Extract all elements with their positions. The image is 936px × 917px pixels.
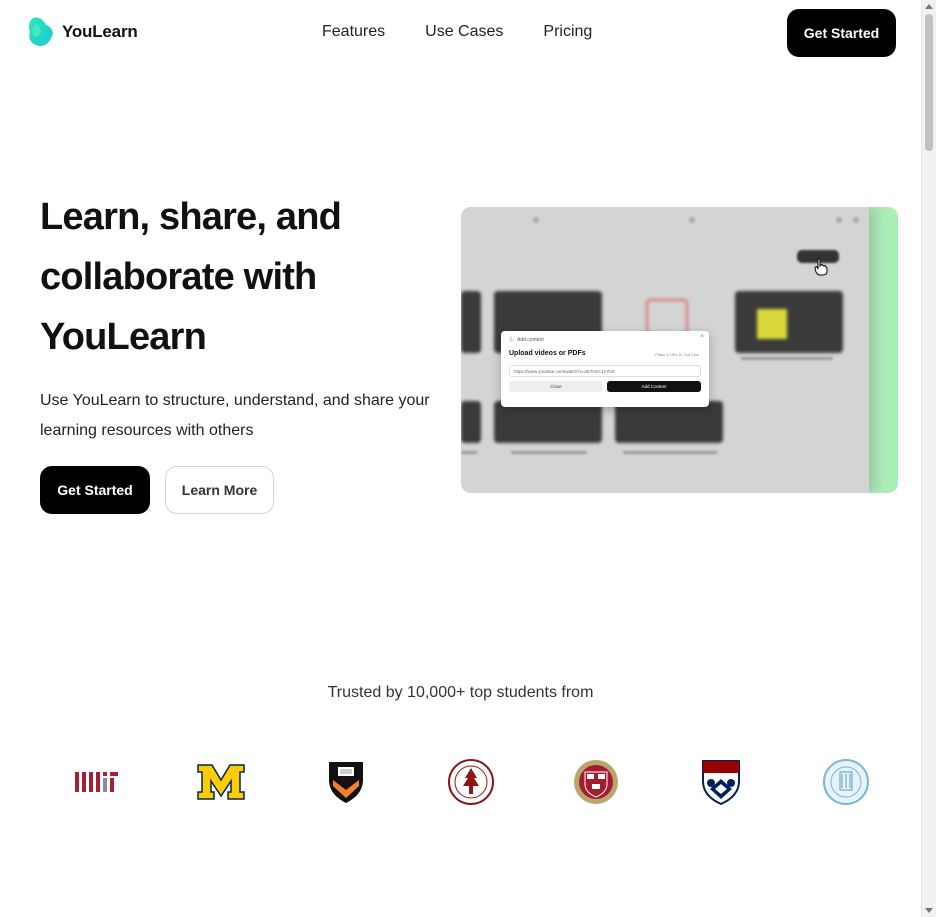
add-content-modal: ⓘ Add content × Upload videos or PDFs Pa…	[501, 331, 709, 407]
stanford-seal-icon	[448, 759, 494, 805]
preview-card	[735, 291, 843, 353]
mit-logo	[72, 758, 120, 806]
penn-shield-icon	[702, 760, 740, 805]
preview-dot	[533, 217, 539, 223]
scroll-thumb[interactable]	[925, 14, 933, 151]
preview-caption	[741, 357, 833, 360]
modal-close-icon: ×	[700, 334, 704, 340]
nav-use-cases[interactable]: Use Cases	[425, 23, 503, 41]
preview-card	[494, 401, 602, 443]
preview-caption	[461, 451, 477, 454]
preview-caption	[623, 451, 717, 454]
preview-pdf-icon	[646, 299, 688, 335]
learn-more-button[interactable]: Learn More	[165, 466, 274, 514]
michigan-logo-icon	[197, 764, 245, 800]
page-scrollbar[interactable]	[921, 0, 936, 917]
preview-app-window: ⓘ Add content × Upload videos or PDFs Pa…	[461, 207, 869, 493]
michigan-logo	[197, 758, 245, 806]
stanford-logo	[447, 758, 495, 806]
header-get-started-button[interactable]: Get Started	[787, 9, 896, 57]
preview-caption	[511, 451, 587, 454]
harvard-seal-icon	[574, 760, 618, 804]
modal-url-input: https://www.youtube.com/watch?v=aE7HXc1Y…	[509, 365, 701, 377]
preview-dot	[853, 217, 859, 223]
princeton-logo	[322, 758, 370, 806]
site-header: YouLearn Features Use Cases Pricing Get …	[0, 0, 921, 66]
brand-logo[interactable]: YouLearn	[28, 16, 138, 48]
main-nav: Features Use Cases Pricing	[322, 23, 592, 41]
hero-get-started-button[interactable]: Get Started	[40, 466, 150, 514]
modal-hint: Paste a URL to YouTube	[655, 352, 699, 357]
nav-features[interactable]: Features	[322, 23, 385, 41]
ucsd-logo	[822, 758, 870, 806]
scroll-down-arrow-icon[interactable]	[925, 908, 933, 913]
ucsd-seal-icon	[823, 759, 869, 805]
trusted-by-text: Trusted by 10,000+ top students from	[327, 684, 594, 701]
scroll-up-arrow-icon[interactable]	[925, 4, 933, 9]
preview-dot	[689, 217, 695, 223]
harvard-logo	[572, 758, 620, 806]
preview-dot	[836, 217, 842, 223]
modal-header: ⓘ Add content	[509, 336, 701, 344]
preview-card	[461, 401, 481, 443]
modal-info-icon: ⓘ	[509, 337, 515, 343]
princeton-shield-icon	[329, 762, 363, 803]
modal-buttons: Close Add Content	[509, 381, 701, 392]
modal-header-text: Add content	[517, 336, 544, 343]
university-logos	[0, 758, 921, 806]
nav-pricing[interactable]: Pricing	[543, 23, 592, 41]
modal-close-button: Close	[509, 381, 603, 392]
preview-card	[461, 291, 481, 353]
hand-cursor-icon	[814, 258, 828, 276]
product-preview-image: ⓘ Add content × Upload videos or PDFs Pa…	[461, 207, 898, 493]
hero-subtitle: Use YouLearn to structure, understand, a…	[40, 392, 430, 439]
penn-logo	[697, 758, 745, 806]
mit-logo-icon	[75, 772, 118, 792]
brand-name: YouLearn	[62, 22, 138, 41]
preview-card	[615, 401, 723, 443]
modal-add-content-button: Add Content	[607, 381, 701, 392]
hero-title: Learn, share, and collaborate with YouLe…	[40, 196, 342, 358]
youlearn-logo-icon	[29, 17, 53, 47]
